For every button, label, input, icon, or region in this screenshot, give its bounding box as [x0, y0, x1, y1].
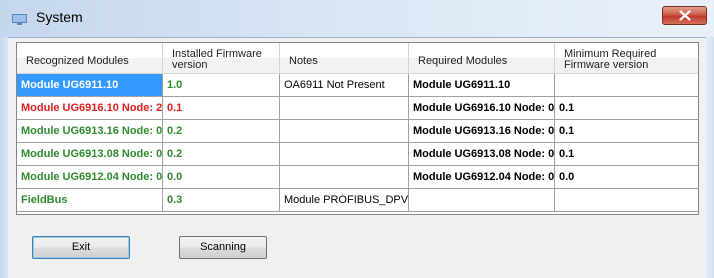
- cell-required-module[interactable]: Module UG6916.10 Node: 0: [409, 97, 555, 120]
- scanning-button[interactable]: Scanning: [179, 236, 267, 259]
- window-title: System: [36, 9, 83, 25]
- cell-notes[interactable]: Module PROFIBUS_DPV1: [280, 189, 409, 212]
- col-header-required-modules[interactable]: Required Modules: [409, 43, 555, 74]
- cell-recognized-module[interactable]: FieldBus: [17, 189, 163, 212]
- cell-installed-firmware[interactable]: 0.1: [163, 97, 280, 120]
- cell-min-firmware[interactable]: [555, 74, 698, 97]
- cell-installed-firmware[interactable]: 0.3: [163, 189, 280, 212]
- modules-grid[interactable]: Recognized Modules Installed Firmware ve…: [16, 42, 699, 215]
- cell-installed-firmware[interactable]: 1.0: [163, 74, 280, 97]
- col-header-notes[interactable]: Notes: [280, 43, 409, 74]
- table-row[interactable]: Module UG6911.10 1.0 OA6911 Not Present Mod…: [17, 74, 698, 97]
- cell-recognized-module[interactable]: Module UG6913.08 Node: 0: [17, 143, 163, 166]
- close-button[interactable]: [662, 6, 707, 25]
- table-row[interactable]: FieldBus 0.3 Module PROFIBUS_DPV1: [17, 189, 698, 212]
- cell-required-module[interactable]: Module UG6912.04 Node: 0: [409, 166, 555, 189]
- window-frame-right: [706, 37, 714, 278]
- cell-min-firmware[interactable]: 0.0: [555, 166, 698, 189]
- window-frame-left: [0, 37, 8, 278]
- table-row[interactable]: Module UG6913.08 Node: 0 0.2 Module UG6913…: [17, 143, 698, 166]
- cell-recognized-module[interactable]: Module UG6913.16 Node: 0: [17, 120, 163, 143]
- col-header-installed-firmware[interactable]: Installed Firmware version: [163, 43, 280, 74]
- exit-button[interactable]: Exit: [32, 236, 130, 259]
- cell-recognized-module[interactable]: Module UG6912.04 Node: 0: [17, 166, 163, 189]
- table-row[interactable]: Module UG6913.16 Node: 0 0.2 Module UG6913…: [17, 120, 698, 143]
- cell-min-firmware[interactable]: 0.1: [555, 143, 698, 166]
- col-header-min-firmware[interactable]: Minimum Required Firmware version: [555, 43, 698, 74]
- cell-notes[interactable]: [280, 143, 409, 166]
- col-header-recognized-modules[interactable]: Recognized Modules: [17, 43, 163, 74]
- cell-required-module[interactable]: [409, 189, 555, 212]
- cell-notes[interactable]: [280, 97, 409, 120]
- cell-installed-firmware[interactable]: 0.2: [163, 143, 280, 166]
- table-row[interactable]: Module UG6912.04 Node: 0 0.0 Module UG6912…: [17, 166, 698, 189]
- title-bar[interactable]: System: [0, 0, 714, 37]
- grid-header: Recognized Modules Installed Firmware ve…: [17, 43, 698, 74]
- cell-installed-firmware[interactable]: 0.0: [163, 166, 280, 189]
- cell-installed-firmware[interactable]: 0.2: [163, 120, 280, 143]
- cell-required-module[interactable]: Module UG6913.08 Node: 0: [409, 143, 555, 166]
- cell-min-firmware[interactable]: 0.1: [555, 97, 698, 120]
- cell-min-firmware[interactable]: [555, 189, 698, 212]
- cell-notes[interactable]: [280, 166, 409, 189]
- cell-required-module[interactable]: Module UG6913.16 Node: 0: [409, 120, 555, 143]
- cell-notes[interactable]: [280, 120, 409, 143]
- system-window: System Recognized Modules Installed Firm…: [0, 0, 714, 278]
- cell-required-module[interactable]: Module UG6911.10: [409, 74, 555, 97]
- table-row[interactable]: Module UG6916.10 Node: 2 0.1 Module UG6916…: [17, 97, 698, 120]
- cell-recognized-module[interactable]: Module UG6911.10: [17, 74, 163, 97]
- cell-min-firmware[interactable]: 0.1: [555, 120, 698, 143]
- cell-notes[interactable]: OA6911 Not Present: [280, 74, 409, 97]
- cell-recognized-module[interactable]: Module UG6916.10 Node: 2: [17, 97, 163, 120]
- close-icon: [679, 10, 691, 21]
- window-icon: [12, 12, 27, 25]
